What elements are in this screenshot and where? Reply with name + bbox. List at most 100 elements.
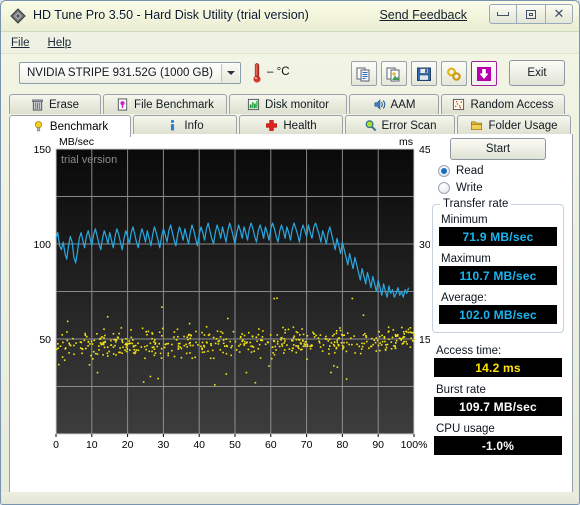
access-time-label: Access time: [436,345,502,357]
close-icon: ✕ [553,6,565,22]
cpu-usage-label: CPU usage [436,423,495,435]
svg-text:90: 90 [372,439,384,451]
tab-erase[interactable]: Erase [9,94,101,114]
average-label: Average: [441,292,487,304]
minimize-button[interactable] [489,4,517,24]
folder-icon [471,121,483,131]
transfer-rate-group: Transfer rate Minimum 71.9 MB/sec Maximu… [432,198,564,333]
toolbar-buttons [351,61,497,86]
copy-image-icon [386,67,400,81]
tab-aam-label: AAM [390,98,416,111]
svg-text:30: 30 [158,439,170,451]
svg-text:50: 50 [229,439,241,451]
radio-read-label: Read [456,165,484,177]
copy-text-button[interactable] [351,61,377,86]
tab-error-scan-label: Error Scan [381,119,437,132]
minimum-value: 71.9 MB/sec [439,227,557,246]
menu-help-label: Help [47,36,72,49]
tab-aam-label-1: Disk monitor [265,98,329,111]
radio-write-label: Write [456,182,483,194]
app-window: HD Tune Pro 3.50 - Hard Disk Utility (tr… [0,0,580,505]
average-value: 102.0 MB/sec [439,305,557,324]
tab-info-label: Info [184,119,204,132]
svg-text:MB/sec: MB/sec [59,136,94,148]
minimize-icon [497,12,509,16]
menu-file-label: File [11,36,30,49]
save-button[interactable] [411,61,437,86]
bulb-icon [34,121,42,132]
exit-button[interactable]: Exit [509,60,565,86]
tab-aam[interactable]: AAM [349,94,439,114]
svg-text:10: 10 [86,439,98,451]
info-icon [171,119,175,131]
menu-file[interactable]: File [11,37,30,49]
tab-benchmark[interactable]: Benchmark [9,115,131,137]
settings-button[interactable] [441,61,467,86]
radio-read[interactable]: Read [438,165,568,177]
svg-text:50: 50 [39,334,51,346]
svg-text:80: 80 [337,439,349,451]
send-feedback-link[interactable]: Send Feedback [379,8,467,22]
maximum-label: Maximum [441,253,491,265]
tab-folder-usage-label: Folder Usage [488,119,558,132]
save-icon [417,67,431,81]
secondary-results: Access time: 14.2 ms Burst rate 109.7 MB… [434,345,562,455]
tab-random-access-label: Random Access [470,98,554,111]
title-bar: HD Tune Pro 3.50 - Hard Disk Utility (tr… [1,1,579,32]
tab-random-access[interactable]: Random Access [441,94,565,114]
tab-bar: Erase File Benchmark Disk monitor AAM Ra… [9,94,571,138]
settings-icon [446,66,461,81]
maximize-icon [526,9,536,19]
window-title: HD Tune Pro 3.50 - Hard Disk Utility (tr… [33,8,309,22]
close-button[interactable]: ✕ [545,4,573,24]
maximize-button[interactable] [517,4,545,24]
burst-rate-value: 109.7 MB/sec [434,397,562,416]
app-icon [10,8,26,24]
menu-bar: File Help [1,32,579,54]
cross-icon [266,120,278,131]
thermometer-icon [253,63,261,83]
tab-health[interactable]: Health [239,115,343,135]
svg-text:20: 20 [122,439,134,451]
speaker-icon [374,99,385,110]
tab-disk-monitor[interactable]: Disk monitor [229,94,347,114]
tab-erase-label: Erase [48,98,80,111]
benchmark-panel: 0 10 20 30 40 50 60 70 80 90 100% 50 100 150 15 30 45 … [9,134,573,494]
benchmark-chart: 0 10 20 30 40 50 60 70 80 90 100% 50 100 150 15 30 45 … [10,134,430,464]
status-bar [1,492,579,504]
document-icon [117,98,128,111]
tab-row-top: Erase File Benchmark Disk monitor AAM Ra… [9,94,571,114]
access-time-value: 14.2 ms [434,358,562,377]
tab-folder-usage[interactable]: Folder Usage [457,115,571,135]
svg-text:ms: ms [399,136,413,148]
tab-file-benchmark-label: File Benchmark [134,98,214,111]
tab-health-label: Health [283,119,317,132]
tab-error-scan[interactable]: Error Scan [345,115,455,135]
copy-image-button[interactable] [381,61,407,86]
download-update-icon [477,66,491,81]
drive-select[interactable]: NVIDIA STRIPE 931.52G (1000 GB) [19,62,241,84]
svg-text:100%: 100% [401,439,428,451]
download-update-button[interactable] [471,61,497,86]
results-column: Start Read Write Transfer rate Minimum 7… [428,138,568,455]
maximum-value: 110.7 MB/sec [439,266,557,285]
chevron-down-icon[interactable] [221,64,239,82]
tab-info[interactable]: Info [133,115,237,135]
start-button[interactable]: Start [450,138,546,160]
minimum-label: Minimum [441,214,488,226]
scatter-icon [453,98,465,111]
menu-help[interactable]: Help [48,37,72,49]
radio-write[interactable]: Write [438,182,568,194]
svg-text:150: 150 [33,144,51,156]
svg-text:0: 0 [53,439,59,451]
tab-file-benchmark[interactable]: File Benchmark [103,94,227,114]
cpu-usage-value: -1.0% [434,436,562,455]
burst-rate-label: Burst rate [436,384,486,396]
svg-text:trial version: trial version [61,154,117,166]
trash-icon [32,99,43,111]
bar-chart-icon [247,98,260,111]
svg-text:100: 100 [33,239,51,251]
transfer-rate-group-title: Transfer rate [440,198,512,210]
svg-text:40: 40 [193,439,205,451]
radio-read-indicator [438,165,450,177]
